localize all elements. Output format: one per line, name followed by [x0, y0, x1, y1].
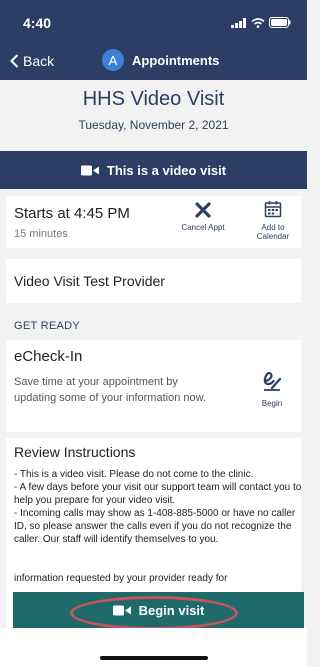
- echeck-in-card[interactable]: eCheck-In Save time at your appointment …: [6, 340, 301, 432]
- home-indicator[interactable]: [100, 656, 208, 660]
- instruction-line: - This is a video visit. Please do not c…: [14, 469, 254, 480]
- start-time: Starts at 4:45 PM: [14, 205, 130, 222]
- get-ready-heading: GET READY: [14, 320, 81, 332]
- instruction-line: information requested by your provider r…: [14, 573, 228, 584]
- video-camera-icon: [80, 165, 99, 175]
- cancel-appointment-label: Cancel Appt: [181, 223, 225, 232]
- back-label: Back: [23, 53, 55, 69]
- add-to-calendar-button[interactable]: Add to Calendar: [248, 200, 298, 241]
- visit-date: Tuesday, November 2, 2021: [78, 118, 229, 132]
- status-icons: [231, 17, 291, 28]
- highlight-circle: [70, 596, 238, 630]
- video-visit-label: This is a video visit: [106, 162, 227, 178]
- close-icon: [195, 202, 211, 218]
- visit-title: HHS Video Visit: [82, 88, 225, 110]
- top-header: 4:40 Back A Appointments: [0, 0, 307, 80]
- status-bar: 4:40: [0, 0, 307, 44]
- instructions-title: Review Instructions: [14, 444, 136, 460]
- echeck-in-title: eCheck-In: [14, 348, 83, 365]
- chevron-left-icon: [10, 54, 19, 68]
- appointment-time-card: Starts at 4:45 PM 15 minutes Cancel Appt…: [6, 196, 301, 248]
- visit-header: HHS Video Visit Tuesday, November 2, 202…: [0, 80, 307, 148]
- wifi-icon: [251, 17, 265, 28]
- battery-icon: [269, 17, 291, 28]
- signal-icon: [231, 17, 246, 28]
- nav-title-group: A Appointments: [102, 49, 219, 71]
- echeck-signature-icon: [263, 371, 282, 391]
- add-to-calendar-label: Add to Calendar: [256, 223, 290, 241]
- video-visit-banner: This is a video visit: [0, 151, 307, 189]
- instructions-body: - This is a video visit. Please do not c…: [14, 468, 301, 585]
- provider-name: Video Visit Test Provider: [14, 273, 165, 289]
- back-button[interactable]: Back: [10, 53, 54, 69]
- echeck-in-description: Save time at your appointment by updatin…: [14, 376, 207, 404]
- instruction-line: - Incoming calls may show as 1-408-885-5…: [14, 508, 296, 545]
- instruction-line: - A few days before your visit our suppo…: [14, 482, 301, 506]
- bottom-area: [0, 628, 307, 667]
- duration: 15 minutes: [14, 228, 68, 240]
- cancel-appointment-button[interactable]: Cancel Appt: [174, 202, 232, 232]
- avatar[interactable]: A: [102, 49, 124, 71]
- page-title: Appointments: [132, 52, 220, 68]
- echeck-in-begin-button[interactable]: Begin: [252, 370, 292, 408]
- provider-card: Video Visit Test Provider: [6, 259, 301, 303]
- echeck-in-begin-label: Begin: [261, 399, 283, 408]
- status-time: 4:40: [23, 15, 52, 31]
- navigation-bar: Back A Appointments: [0, 44, 307, 80]
- calendar-icon: [264, 201, 282, 218]
